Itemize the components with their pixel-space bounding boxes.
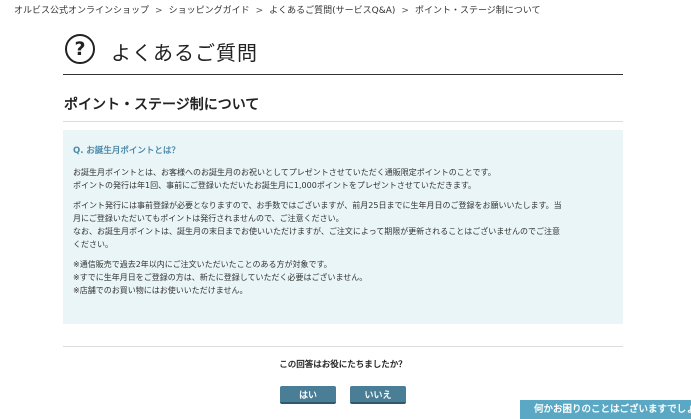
faq-line: ください。 <box>73 240 113 249</box>
page-title: よくあるご質問 <box>111 41 258 65</box>
feedback-no-button[interactable]: いいえ <box>350 386 406 404</box>
question-circle-icon: ? <box>65 34 95 64</box>
feedback-question: この回答はお役にたちましたか？ <box>279 360 407 370</box>
breadcrumb-link-top[interactable]: オルビス公式オンラインショップ <box>14 6 149 16</box>
help-chat-tab[interactable]: 何かお困りのことはございますでしょうか <box>520 400 691 419</box>
faq-paragraph: お誕生月ポイントとは、お客様へのお誕生月のお祝いとしてプレゼントさせていただく通… <box>73 166 613 192</box>
section-title: ポイント・ステージ制について <box>64 97 260 113</box>
faq-line: お誕生月ポイントとは、お客様へのお誕生月のお祝いとしてプレゼントさせていただく通… <box>73 168 496 177</box>
page-header: ? よくあるご質問 <box>63 30 623 75</box>
breadcrumb-link-shopping-guide[interactable]: ショッピングガイド <box>169 6 250 16</box>
faq-line: なお、お誕生月ポイントは、誕生月の末日までお使いいただけますが、ご注文によって期… <box>73 227 560 236</box>
breadcrumb-separator: > <box>155 6 163 16</box>
faq-line: 月にご登録いただいてもポイントは発行されませんので、ご注意ください。 <box>73 214 344 223</box>
feedback-divider <box>63 346 623 347</box>
breadcrumb-separator: > <box>255 6 264 16</box>
faq-line: ※すでに生年月日をご登録の方は、新たに登録していただく必要はございません。 <box>73 273 368 282</box>
breadcrumb-link-faq[interactable]: よくあるご質問(サービスQ&A) <box>269 6 395 16</box>
faq-line: ポイント発行には事前登録が必要となりますので、お手数ではございますが、前月25日… <box>73 201 562 210</box>
feedback-yes-button[interactable]: はい <box>280 386 336 404</box>
faq-answer-box: Q. お誕生月ポイントとは？ お誕生月ポイントとは、お客様へのお誕生月のお祝いと… <box>63 130 623 324</box>
faq-question: Q. お誕生月ポイントとは？ <box>73 146 180 156</box>
breadcrumb-separator: > <box>401 6 409 16</box>
faq-paragraph: ポイント発行には事前登録が必要となりますので、お手数ではございますが、前月25日… <box>73 199 613 251</box>
faq-line: ※通信販売で過去2年以内にご注文いただいたことのある方が対象です。 <box>73 260 332 269</box>
breadcrumb: オルビス公式オンラインショップ > ショッピングガイド > よくあるご質問(サービスQ&… <box>14 3 541 16</box>
faq-line: ポイントの発行は年1回、事前にご登録いただいたお誕生月に1,000ポイントをプレ… <box>73 181 477 190</box>
section-divider <box>63 121 623 122</box>
faq-line: ※店舗でのお買い物にはお使いいただけません。 <box>73 286 248 295</box>
faq-paragraph: ※通信販売で過去2年以内にご注文いただいたことのある方が対象です。 ※すでに生年… <box>73 258 613 297</box>
breadcrumb-current: ポイント・ステージ制について <box>414 6 541 16</box>
